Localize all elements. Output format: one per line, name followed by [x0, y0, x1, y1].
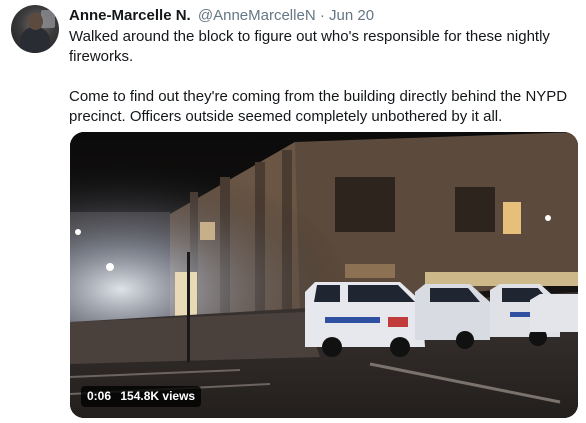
- tweet-paragraph: Come to find out they're coming from the…: [69, 88, 568, 125]
- separator-dot: ·: [319, 7, 325, 24]
- tweet-card[interactable]: Anne-Marcelle N. @AnneMarcelleN · Jun 20…: [0, 0, 586, 423]
- avatar[interactable]: [11, 5, 59, 53]
- tweet-header: Anne-Marcelle N. @AnneMarcelleN · Jun 20: [69, 6, 374, 26]
- author-handle[interactable]: @AnneMarcelleN: [198, 7, 316, 24]
- tweet-date[interactable]: Jun 20: [329, 7, 374, 24]
- video-duration: 0:06: [87, 389, 112, 403]
- video-view-count: 154.8K views: [120, 389, 196, 403]
- video-stats-badge: 0:06 154.8K views: [81, 386, 202, 407]
- author-name[interactable]: Anne-Marcelle N.: [69, 7, 191, 24]
- tweet-text: Walked around the block to figure out wh…: [69, 27, 577, 127]
- video-frame: [70, 132, 578, 418]
- avatar-head-shape: [28, 13, 43, 30]
- avatar-body-shape: [20, 27, 50, 53]
- tweet-paragraph: Walked around the block to figure out wh…: [69, 28, 550, 65]
- video-player[interactable]: 0:06 154.8K views: [70, 132, 578, 418]
- avatar-background-shape: [41, 10, 55, 28]
